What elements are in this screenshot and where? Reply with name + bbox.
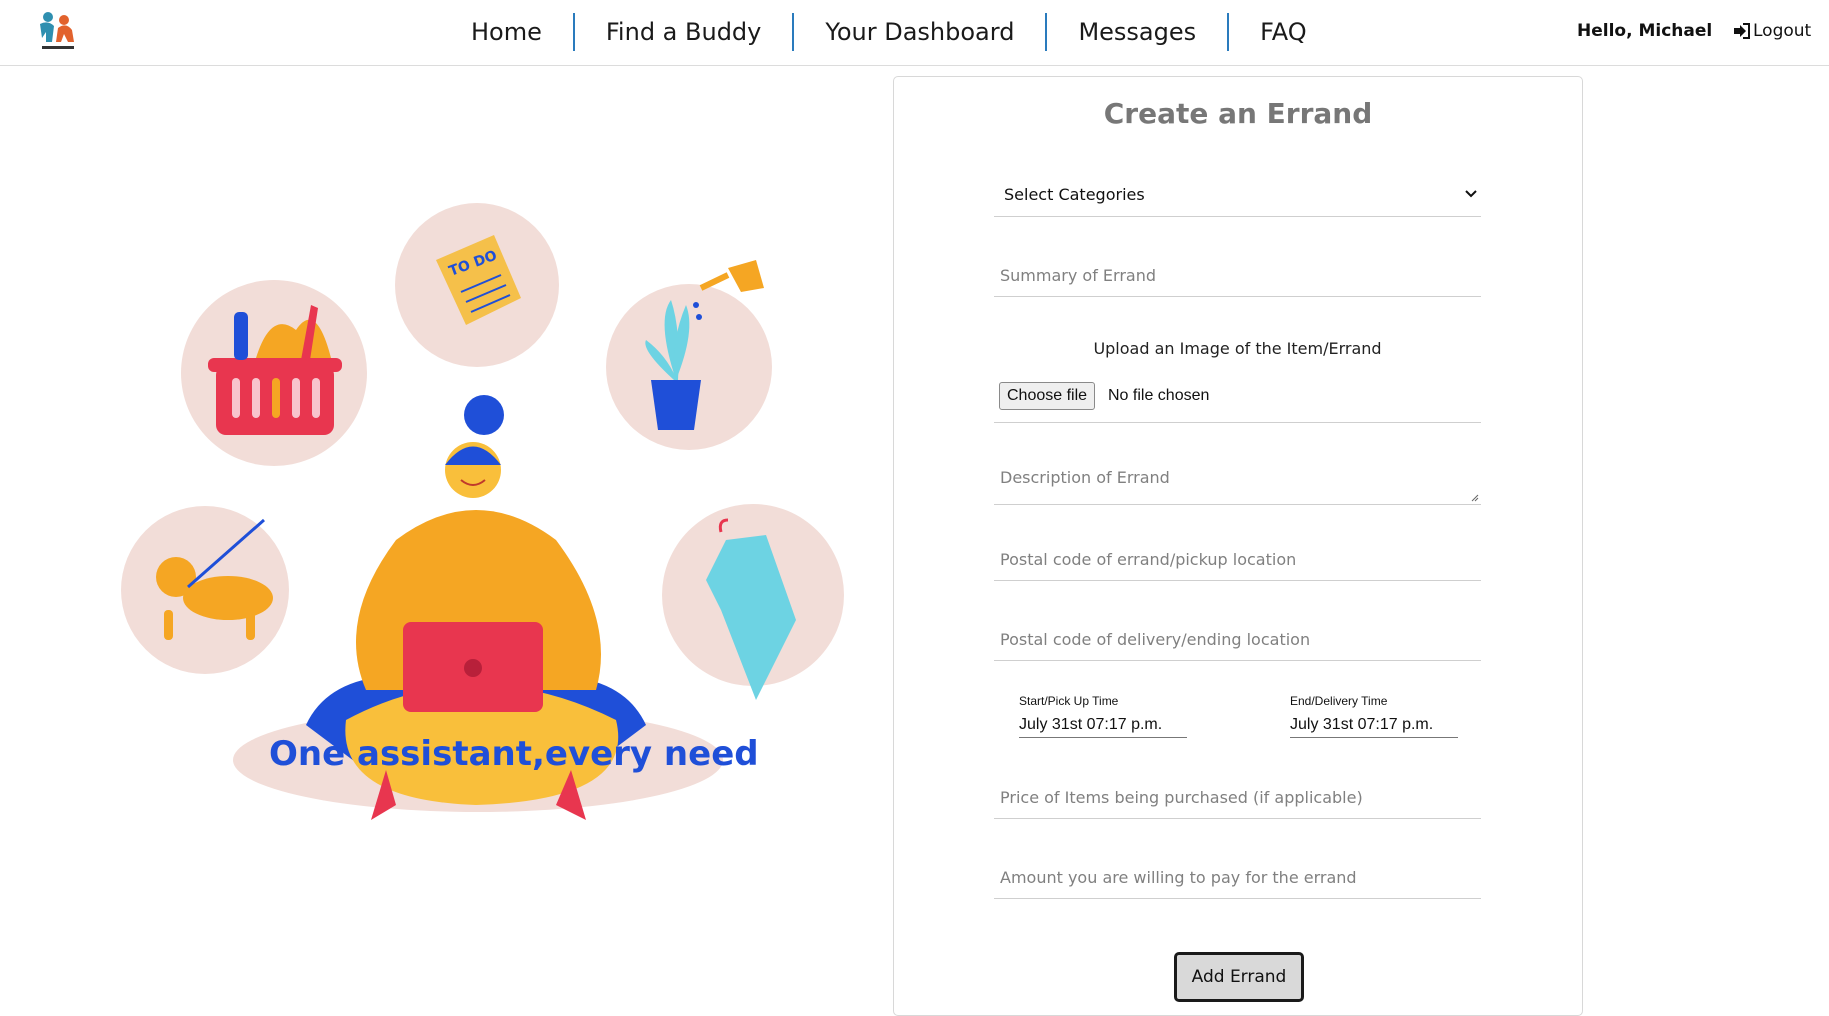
nav-faq[interactable]: FAQ [1229,12,1338,52]
category-select[interactable]: Select Categories [994,175,1481,217]
user-greeting: Hello, Michael [1577,21,1713,41]
logout-label: Logout [1753,21,1812,41]
logout-link[interactable]: Logout [1733,21,1811,41]
add-errand-button[interactable]: Add Errand [1174,952,1304,1002]
image-upload-field: Choose file No file chosen [994,374,1481,423]
nav-home[interactable]: Home [440,12,573,52]
description-placeholder: Description of Errand [1000,468,1170,487]
summary-placeholder: Summary of Errand [1000,266,1156,285]
choose-file-button[interactable]: Choose file [999,382,1096,410]
end-time-field[interactable]: End/Delivery Time July 31st 07:17 p.m. [1290,694,1458,738]
nav-find-buddy[interactable]: Find a Buddy [575,12,792,52]
description-textarea[interactable]: Description of Errand [994,457,1481,505]
payment-input[interactable]: Amount you are willing to pay for the er… [994,857,1481,899]
pickup-postal-input[interactable]: Postal code of errand/pickup location [994,539,1481,581]
end-time-value: July 31st 07:17 p.m. [1290,716,1434,733]
pickup-postal-placeholder: Postal code of errand/pickup location [1000,550,1297,569]
end-time-label: End/Delivery Time [1290,694,1388,708]
summary-input[interactable]: Summary of Errand [994,255,1481,297]
dog-walking-icon [121,506,289,674]
sign-out-icon [1734,23,1750,39]
dress-hanger-icon [662,504,844,700]
grocery-basket-icon [181,280,367,466]
start-time-value: July 31st 07:17 p.m. [1019,716,1163,733]
delivery-postal-input[interactable]: Postal code of delivery/ending location [994,619,1481,661]
top-navbar: Home Find a Buddy Your Dashboard Message… [0,0,1829,66]
resize-handle-icon[interactable] [1471,494,1479,502]
start-time-field[interactable]: Start/Pick Up Time July 31st 07:17 p.m. [1019,694,1187,738]
price-placeholder: Price of Items being purchased (if appli… [1000,788,1363,807]
price-input[interactable]: Price of Items being purchased (if appli… [994,777,1481,819]
buddy-logo[interactable] [34,8,82,56]
create-errand-card: Create an Errand Select Categories Summa… [893,76,1583,1016]
todo-note-icon: TO DO [395,203,559,367]
chevron-down-icon [1465,190,1477,198]
delivery-postal-placeholder: Postal code of delivery/ending location [1000,630,1311,649]
payment-placeholder: Amount you are willing to pay for the er… [1000,868,1357,887]
start-time-label: Start/Pick Up Time [1019,694,1119,708]
nav-messages[interactable]: Messages [1047,12,1227,52]
tagline-text: One assistant,every need [269,734,759,774]
nav-dashboard[interactable]: Your Dashboard [794,12,1045,52]
file-status-text: No file chosen [1108,387,1210,404]
upload-label: Upload an Image of the Item/Errand [1093,339,1382,358]
hero-illustration: TO DO One assistant,every need [121,203,844,820]
form-title: Create an Errand [1103,97,1373,130]
category-select-value: Select Categories [1004,185,1145,204]
watering-plant-icon [606,260,772,450]
main-nav: Home Find a Buddy Your Dashboard Message… [440,12,1338,52]
